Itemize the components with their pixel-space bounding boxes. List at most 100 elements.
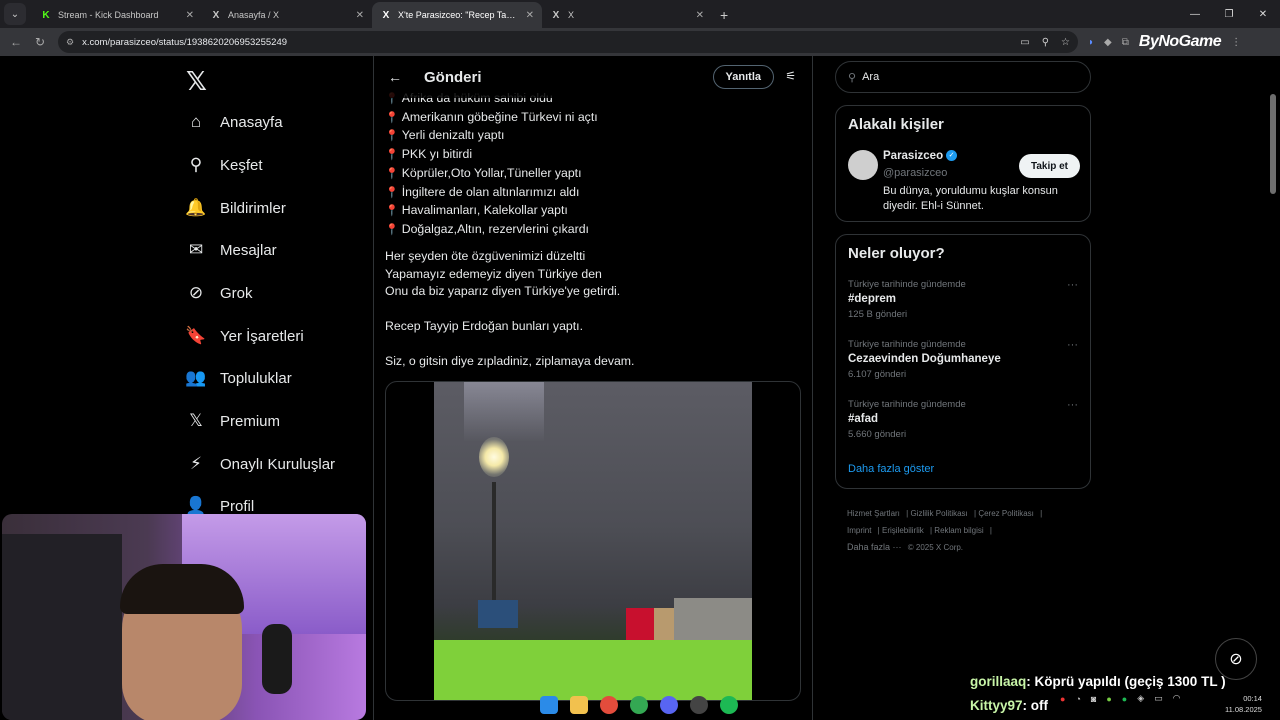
footer-link[interactable]: Erişilebilirlik <box>882 526 924 535</box>
nav-premium[interactable]: 𝕏 Premium <box>186 411 280 431</box>
site-info-icon[interactable]: ⚙ <box>66 37 74 48</box>
trend-item[interactable]: Türkiye tarihinde gündemde #afad 5.660 g… <box>848 399 1078 440</box>
tab-kick-dashboard[interactable]: K Stream - Kick Dashboard ✕ <box>32 2 202 28</box>
show-more-link[interactable]: Daha fazla göster <box>848 463 934 475</box>
window-controls: — ❐ ✕ <box>1178 0 1280 28</box>
scrollbar[interactable] <box>1270 60 1276 720</box>
more-dots-icon[interactable]: ··· <box>1067 339 1078 351</box>
close-icon[interactable]: ✕ <box>696 10 704 21</box>
search-input[interactable]: ⚲ Ara <box>835 61 1091 93</box>
back-icon[interactable]: ← <box>4 35 28 49</box>
footer-more-link[interactable]: Daha fazla ··· <box>847 542 902 552</box>
trend-item[interactable]: Türkiye tarihinde gündemde Cezaevinden D… <box>848 339 1078 380</box>
puzzle-icon[interactable]: ⧉ <box>1122 37 1129 48</box>
zoom-icon[interactable]: ⚲ <box>1042 37 1049 48</box>
footer-link[interactable]: Hizmet Şartları <box>847 509 900 518</box>
chrome-icon[interactable] <box>630 696 648 714</box>
close-icon[interactable]: ✕ <box>356 10 364 21</box>
more-dots-icon[interactable]: ··· <box>1067 399 1078 411</box>
person-name[interactable]: Parasizceo ✓ <box>883 150 958 162</box>
menu-dots-icon[interactable]: ⋮ <box>1231 37 1241 48</box>
nav-label: Onaylı Kuruluşlar <box>220 455 336 473</box>
avatar[interactable] <box>848 150 878 180</box>
minimize-icon[interactable]: — <box>1178 0 1212 28</box>
nav-mesajlar[interactable]: ✉ Mesajlar <box>186 240 277 260</box>
post-video[interactable] <box>385 381 801 701</box>
grok-fab-icon[interactable]: ⊘ <box>1215 638 1257 680</box>
tray-icon[interactable]: ● <box>1122 694 1127 704</box>
file-explorer-icon[interactable] <box>570 696 588 714</box>
nav-onayli-kuruluslar[interactable]: ⚡ Onaylı Kuruluşlar <box>186 454 335 474</box>
bell-icon: 🔔 <box>185 198 207 217</box>
new-tab-button[interactable]: + <box>712 2 736 28</box>
x-logo-icon[interactable]: 𝕏 <box>186 66 207 97</box>
extension-icon[interactable]: ◆ <box>1104 37 1112 48</box>
back-arrow-icon[interactable]: ← <box>388 69 402 85</box>
reload-icon[interactable]: ↻ <box>28 35 52 49</box>
light-pole <box>492 482 496 612</box>
trend-item[interactable]: Türkiye tarihinde gündemde #deprem 125 B… <box>848 279 1078 320</box>
url-field[interactable]: ⚙ x.com/parasizceo/status/19386202069532… <box>58 31 1078 53</box>
scrollbar-thumb[interactable] <box>1270 94 1276 194</box>
profile-icon: 👤 <box>185 496 207 515</box>
footer-link[interactable]: Reklam bilgisi <box>934 526 983 535</box>
pin-icon: 📍 <box>385 130 399 143</box>
extension-icon[interactable]: ◗ <box>1088 37 1094 48</box>
lightning-icon: ⚡ <box>190 454 202 473</box>
follow-button[interactable]: Takip et <box>1018 154 1080 178</box>
x-premium-icon: 𝕏 <box>189 411 203 430</box>
nav-kesfet[interactable]: ⚲ Keşfet <box>186 155 263 175</box>
maximize-icon[interactable]: ❐ <box>1212 0 1246 28</box>
tray-icon[interactable]: ● <box>1106 694 1111 704</box>
bookmark-star-icon[interactable]: ☆ <box>1061 37 1070 48</box>
system-tray: ● ◔ ◙ ● ● ◈ ▭ ◠ <box>1060 693 1180 704</box>
close-icon[interactable]: ✕ <box>526 10 534 21</box>
footer-link[interactable]: Çerez Politikası <box>978 509 1034 518</box>
nav-label: Yer İşaretleri <box>220 327 304 345</box>
nav-topluluklar[interactable]: 👥 Topluluklar <box>185 368 291 388</box>
tray-icon[interactable]: ◔ <box>1075 694 1080 704</box>
nav-anasayfa[interactable]: ⌂ Anasayfa <box>186 112 283 132</box>
discord-icon[interactable] <box>660 696 678 714</box>
app-icon[interactable] <box>690 696 708 714</box>
nav-bildirimler[interactable]: 🔔 Bildirimler <box>185 198 285 218</box>
extensions-area: ◗ ◆ ⧉ ByNoGame ⋮ <box>1088 28 1241 56</box>
install-icon[interactable]: ▭ <box>1020 37 1029 48</box>
nav-yer-isaretleri[interactable]: 🔖 Yer İşaretleri <box>185 326 304 346</box>
footer-link[interactable]: Imprint <box>847 526 871 535</box>
windows-start-icon[interactable] <box>540 696 558 714</box>
wifi-icon[interactable]: ◠ <box>1173 693 1181 704</box>
tab-x[interactable]: X X ✕ <box>542 2 712 28</box>
tab-search-button[interactable]: ⌄ <box>4 3 26 25</box>
trends-card: Neler oluyor? Türkiye tarihinde gündemde… <box>835 234 1091 489</box>
tray-icon[interactable]: ● <box>1060 694 1065 704</box>
spotify-icon[interactable] <box>720 696 738 714</box>
pin-icon: 📍 <box>385 186 399 199</box>
bynogame-logo: ByNoGame <box>1138 33 1222 50</box>
column-divider <box>373 56 374 720</box>
tab-post[interactable]: X X'te Parasizceo: "Recep Tayyip ✕ <box>372 2 542 28</box>
trend-tag: Cezaevinden Doğumhaneye <box>848 353 1001 365</box>
close-window-icon[interactable]: ✕ <box>1246 0 1280 28</box>
more-dots-icon[interactable]: ··· <box>1067 279 1078 291</box>
search-icon: ⚲ <box>189 155 203 174</box>
post-paragraph: Recep Tayyip Erdoğan bunları yaptı. <box>385 319 584 333</box>
taskbar-clock[interactable]: 00:14 11.08.2025 <box>1225 693 1262 715</box>
stands <box>674 598 752 642</box>
browser-tab-strip: ⌄ K Stream - Kick Dashboard ✕ X Anasayfa… <box>0 0 1280 28</box>
list-item: 📍 Doğalgaz,Altın, rezervlerini çıkardı <box>385 221 589 236</box>
grok-icon: ⊘ <box>188 283 204 302</box>
tab-anasayfa[interactable]: X Anasayfa / X ✕ <box>202 2 372 28</box>
tray-icon[interactable]: ▭ <box>1154 693 1163 704</box>
reply-button[interactable]: Yanıtla <box>712 65 774 89</box>
footer-link[interactable]: Gizlilik Politikası <box>910 509 967 518</box>
nav-grok[interactable]: ⊘ Grok <box>186 283 253 303</box>
search-placeholder: Ara <box>862 71 880 83</box>
settings-sliders-icon[interactable]: ⚟ <box>785 69 796 83</box>
chrome-icon[interactable] <box>600 696 618 714</box>
close-icon[interactable]: ✕ <box>186 10 194 21</box>
tab-label: Stream - Kick Dashboard <box>58 10 159 20</box>
nav-profil[interactable]: 👤 Profil <box>185 496 254 516</box>
tray-icon[interactable]: ◙ <box>1091 694 1096 704</box>
tray-icon[interactable]: ◈ <box>1137 693 1144 704</box>
